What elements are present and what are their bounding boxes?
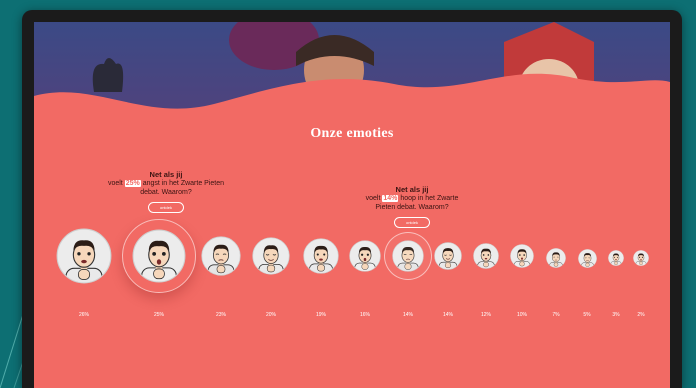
screen[interactable]: Onze emoties Net als jij voelt 25% angst…: [34, 22, 670, 388]
emotion-percent-label: 20%: [265, 312, 276, 318]
neutral-face-icon[interactable]: [577, 248, 597, 268]
callout-percent: 25%: [124, 180, 141, 187]
emotion-percent-label: 25%: [153, 312, 164, 318]
ontdek-button-left[interactable]: ontdek: [148, 202, 184, 213]
callout-heading: Net als jij: [149, 170, 183, 179]
unsure-face-icon[interactable]: [349, 240, 381, 272]
sad-face-icon[interactable]: [303, 238, 339, 274]
hero-photo: [34, 22, 670, 142]
pensive-face-icon[interactable]: [201, 236, 241, 276]
emotion-percent-label: 2%: [637, 312, 645, 318]
emotion-percent-label: 7%: [552, 312, 560, 318]
shy-face-icon[interactable]: [546, 248, 566, 268]
emotion-percent-label: 26%: [78, 312, 89, 318]
scared-face-icon[interactable]: [56, 228, 112, 284]
callout-heading: Net als jij: [395, 185, 429, 194]
emotion-callout-right: Net als jij voelt 14% hoop in het Zwarte…: [357, 185, 467, 228]
callout-post: angst in het Zwarte Pieten debat. Waarom…: [140, 180, 225, 196]
tired-face-icon[interactable]: [608, 250, 624, 266]
emotion-percent-label: 19%: [315, 312, 326, 318]
hopeful-face-icon[interactable]: [384, 232, 432, 280]
callout-percent: 14%: [382, 195, 399, 202]
emotion-percent-label: 12%: [480, 312, 491, 318]
calm-face-icon[interactable]: [434, 242, 462, 270]
emotion-percent-label: 14%: [442, 312, 453, 318]
emotion-percent-label: 16%: [359, 312, 370, 318]
thinking-face-icon[interactable]: [510, 244, 534, 268]
anxious-face-icon[interactable]: [122, 219, 196, 293]
monitor-frame: Onze emoties Net als jij voelt 25% angst…: [22, 10, 682, 388]
section-title: Onze emoties: [310, 126, 394, 141]
content-face-icon[interactable]: [252, 237, 290, 275]
callout-pre: voelt: [107, 180, 123, 187]
emotion-percent-label: 10%: [516, 312, 527, 318]
emotion-callout-left: Net als jij voelt 25% angst in het Zwart…: [106, 170, 226, 213]
emotion-percent-label: 5%: [583, 312, 591, 318]
emotion-percent-label: 14%: [402, 312, 413, 318]
ontdek-button-right[interactable]: ontdek: [394, 217, 430, 228]
emotion-percent-label: 23%: [215, 312, 226, 318]
smiling-face-icon[interactable]: [473, 243, 499, 269]
relieved-face-icon[interactable]: [633, 250, 649, 266]
callout-pre: voelt: [365, 195, 381, 202]
